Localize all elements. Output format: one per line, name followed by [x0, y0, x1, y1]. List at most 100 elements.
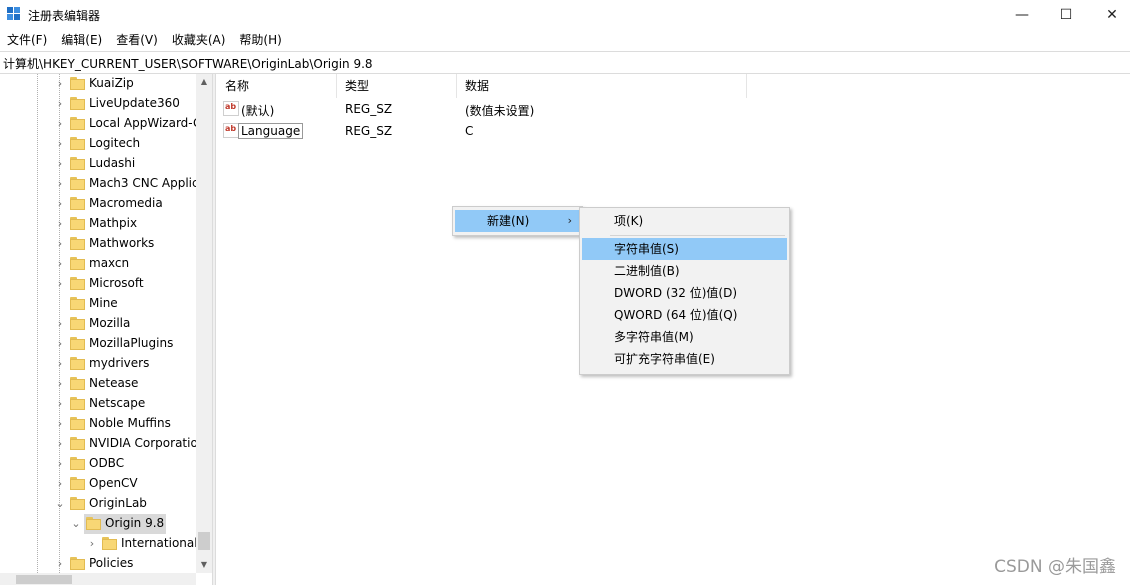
- tree-horizontal-scrollbar[interactable]: [0, 573, 196, 585]
- folder-icon: [70, 277, 85, 290]
- tree-item[interactable]: › LiveUpdate360: [0, 94, 196, 114]
- submenu-item-label: 字符串值(S): [614, 242, 679, 256]
- new-submenu: 项(K) 字符串值(S) 二进制值(B) DWORD (32 位)值(D) QW…: [579, 207, 790, 375]
- expand-chevron-icon[interactable]: ›: [54, 437, 66, 451]
- folder-icon: [102, 537, 117, 550]
- address-bar[interactable]: 计算机\HKEY_CURRENT_USER\SOFTWARE\OriginLab…: [0, 51, 1130, 74]
- expand-chevron-icon[interactable]: ›: [54, 237, 66, 251]
- tree-item[interactable]: › Mozilla: [0, 314, 196, 334]
- key-tree: › KuaiZip › LiveUpdate360 › Local AppWizard-G…: [0, 74, 212, 573]
- folder-icon-body: [70, 559, 85, 570]
- expand-chevron-icon[interactable]: ›: [54, 177, 66, 191]
- expand-chevron-icon[interactable]: ›: [54, 97, 66, 111]
- value-row-default[interactable]: ab (默认) REG_SZ (数值未设置): [217, 98, 1130, 120]
- expand-chevron-icon[interactable]: ›: [54, 277, 66, 291]
- tree-item[interactable]: ⌄ Origin 9.8: [0, 514, 196, 534]
- tree-item[interactable]: › Microsoft: [0, 274, 196, 294]
- tree-item[interactable]: › NVIDIA Corporation: [0, 434, 205, 454]
- watermark: CSDN @朱国鑫: [994, 557, 1116, 577]
- tree-item[interactable]: › Macromedia: [0, 194, 196, 214]
- tree-item[interactable]: › Logitech: [0, 134, 196, 154]
- scroll-down-icon[interactable]: ▼: [196, 557, 212, 573]
- menu-edit[interactable]: 编辑(E): [54, 30, 109, 50]
- tree-item[interactable]: › Noble Muffins: [0, 414, 196, 434]
- menu-item-new[interactable]: 新建(N) ›: [455, 210, 580, 232]
- expand-chevron-icon[interactable]: ›: [54, 137, 66, 151]
- minimize-button[interactable]: —: [999, 0, 1045, 30]
- tree-item-label: Netease: [89, 376, 139, 390]
- value-row-language[interactable]: ab Language REG_SZ C: [217, 120, 1130, 142]
- column-header-data[interactable]: 数据: [457, 74, 747, 98]
- value-data: C: [465, 124, 474, 138]
- menu-view[interactable]: 查看(V): [109, 30, 165, 50]
- submenu-item-binary-value[interactable]: 二进制值(B): [582, 260, 787, 282]
- folder-icon: [86, 517, 101, 530]
- expand-chevron-icon[interactable]: ›: [54, 77, 66, 91]
- tree-item[interactable]: › MozillaPlugins: [0, 334, 196, 354]
- tree-item[interactable]: › Mach3 CNC Application: [0, 174, 212, 194]
- submenu-item-multi-string-value[interactable]: 多字符串值(M): [582, 326, 787, 348]
- expand-chevron-icon[interactable]: ›: [86, 537, 98, 551]
- expand-chevron-icon[interactable]: ›: [54, 377, 66, 391]
- tree-item[interactable]: › Mathpix: [0, 214, 196, 234]
- scroll-up-icon[interactable]: ▲: [196, 74, 212, 90]
- tree-item-label: ODBC: [89, 456, 125, 470]
- folder-icon-body: [70, 99, 85, 110]
- maximize-button[interactable]: ☐: [1043, 0, 1089, 30]
- tree-item[interactable]: ⌄ OriginLab: [0, 494, 196, 514]
- tree-item[interactable]: › ODBC: [0, 454, 196, 474]
- scroll-thumb[interactable]: [198, 532, 210, 550]
- submenu-item-label: 项(K): [614, 214, 644, 228]
- submenu-item-label: DWORD (32 位)值(D): [614, 286, 737, 300]
- submenu-item-dword-value[interactable]: DWORD (32 位)值(D): [582, 282, 787, 304]
- collapse-chevron-icon[interactable]: ⌄: [54, 497, 66, 511]
- expand-chevron-icon[interactable]: ›: [54, 477, 66, 491]
- tree-item[interactable]: › Ludashi: [0, 154, 196, 174]
- expand-chevron-icon[interactable]: ›: [54, 157, 66, 171]
- column-header-name[interactable]: 名称: [217, 74, 337, 98]
- tree-item[interactable]: › KuaiZip: [0, 74, 196, 94]
- tree-item[interactable]: › Policies: [0, 554, 196, 573]
- column-header-type[interactable]: 类型: [337, 74, 457, 98]
- value-type: REG_SZ: [345, 102, 393, 116]
- tree-item[interactable]: › OpenCV: [0, 474, 196, 494]
- submenu-item-label: 可扩充字符串值(E): [614, 352, 715, 366]
- menu-help[interactable]: 帮助(H): [232, 30, 288, 50]
- expand-chevron-icon[interactable]: ›: [54, 397, 66, 411]
- close-button[interactable]: ✕: [1089, 0, 1130, 30]
- expand-chevron-icon[interactable]: ›: [54, 197, 66, 211]
- submenu-item-key[interactable]: 项(K): [582, 210, 787, 232]
- expand-chevron-icon[interactable]: ›: [54, 337, 66, 351]
- hscroll-thumb[interactable]: [16, 575, 72, 584]
- tree-item[interactable]: › Mathworks: [0, 234, 196, 254]
- expand-chevron-icon[interactable]: ›: [54, 257, 66, 271]
- tree-item[interactable]: › Netscape: [0, 394, 196, 414]
- tree-vertical-scrollbar[interactable]: ▲ ▼: [196, 74, 212, 573]
- maximize-icon: ☐: [1059, 7, 1073, 23]
- tree-item-label: LiveUpdate360: [89, 96, 180, 110]
- expand-chevron-icon[interactable]: ›: [54, 417, 66, 431]
- submenu-item-qword-value[interactable]: QWORD (64 位)值(Q): [582, 304, 787, 326]
- submenu-item-string-value[interactable]: 字符串值(S): [582, 238, 787, 260]
- folder-icon: [70, 317, 85, 330]
- tree-item[interactable]: Mine: [0, 294, 196, 314]
- expand-chevron-icon[interactable]: ›: [54, 557, 66, 571]
- tree-item[interactable]: › mydrivers: [0, 354, 196, 374]
- submenu-item-expandable-string-value[interactable]: 可扩充字符串值(E): [582, 348, 787, 370]
- expand-chevron-icon[interactable]: ›: [54, 457, 66, 471]
- menu-favorites[interactable]: 收藏夹(A): [165, 30, 233, 50]
- tree-item[interactable]: › maxcn: [0, 254, 196, 274]
- tree-item[interactable]: › Netease: [0, 374, 196, 394]
- folder-icon-body: [70, 239, 85, 250]
- expand-chevron-icon[interactable]: ›: [54, 117, 66, 131]
- tree-item[interactable]: › Local AppWizard-Generated Applications: [0, 114, 212, 134]
- menu-file[interactable]: 文件(F): [0, 30, 54, 50]
- submenu-item-label: QWORD (64 位)值(Q): [614, 308, 738, 322]
- expand-chevron-icon[interactable]: ›: [54, 357, 66, 371]
- collapse-chevron-icon[interactable]: ⌄: [70, 517, 82, 531]
- pane-splitter[interactable]: [212, 74, 216, 585]
- value-name[interactable]: Language: [238, 123, 304, 139]
- expand-chevron-icon[interactable]: ›: [54, 217, 66, 231]
- expand-chevron-icon[interactable]: ›: [54, 317, 66, 331]
- tree-item[interactable]: › International: [0, 534, 198, 554]
